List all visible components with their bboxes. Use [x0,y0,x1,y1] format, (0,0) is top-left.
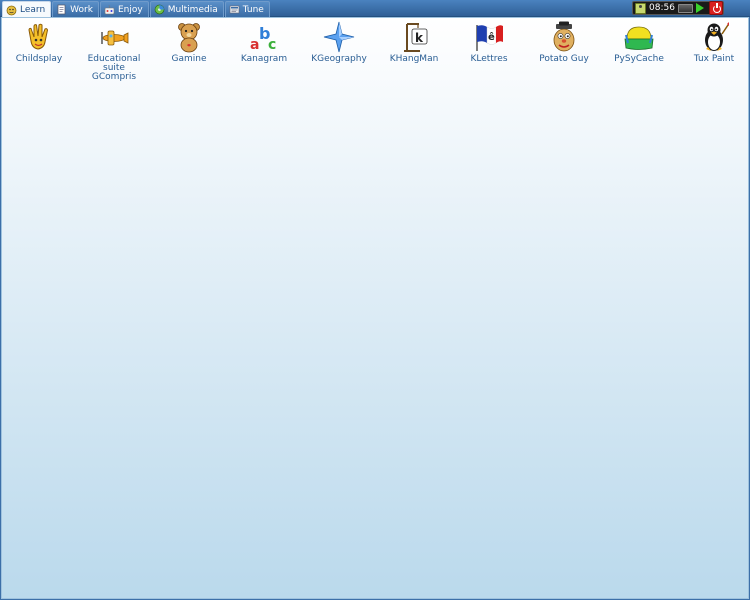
network-icon[interactable] [677,3,693,13]
klettres-flag-icon: ê [476,25,503,51]
app-launcher-klettres[interactable]: ê KLettres [452,21,526,64]
app-launcher-area: Childsplay Educational suite GCompris Ga… [1,17,749,599]
potato-guy-icon [553,21,575,52]
work-icon [57,4,66,15]
enjoy-icon [104,4,115,15]
app-label: Educational suite GCompris [87,54,141,82]
svg-text:k: k [415,31,424,45]
app-label: Gamine [171,54,207,64]
app-label: KHangMan [389,54,439,64]
pysycache-icon [624,26,654,50]
app-launcher-kgeography[interactable]: KGeography [302,21,376,64]
app-launcher-kanagram[interactable]: a b c Kanagram [227,21,301,64]
tab-label: Enjoy [117,4,143,15]
childsplay-hand-icon [28,23,49,50]
top-panel: Learn Work Enjoy Multimedia Tune 08:56 [0,0,750,18]
user-icon[interactable] [635,2,646,14]
tab-label: Work [70,4,93,15]
svg-text:ê: ê [488,31,495,43]
app-label: Potato Guy [539,54,589,64]
khangman-gallows-icon: k [404,23,428,52]
app-label: KLettres [470,54,508,64]
multimedia-icon [154,4,165,15]
tab-label: Multimedia [167,4,218,15]
gcompris-airplane-icon [101,30,129,46]
app-launcher-potato-guy[interactable]: Potato Guy [527,21,601,64]
tab-learn[interactable]: Learn [2,1,52,18]
tux-paint-penguin-icon [705,22,729,51]
app-launcher-gcompris[interactable]: Educational suite GCompris [77,21,151,82]
app-launcher-pysycache[interactable]: PySyCache [602,21,676,64]
learn-icon [6,5,17,15]
app-launcher-khangman[interactable]: k KHangMan [377,21,451,64]
play-icon[interactable] [695,3,704,13]
tab-multimedia[interactable]: Multimedia [149,1,224,17]
tab-label: Tune [242,4,264,15]
tab-tune[interactable]: Tune [224,1,270,17]
app-label: Kanagram [240,54,288,64]
kgeography-compass-star-icon [323,21,355,53]
app-label: Tux Paint [693,54,735,64]
gamine-teddy-bear-icon [178,23,200,53]
tune-icon [229,5,240,14]
app-label: Childsplay [15,54,63,64]
app-launcher-tux-paint[interactable]: Tux Paint [677,21,750,64]
app-label: PySyCache [614,54,664,64]
category-tabs: Learn Work Enjoy Multimedia Tune [2,1,271,18]
clock: 08:56 [649,3,675,13]
app-launcher-gamine[interactable]: Gamine [152,21,226,64]
tab-enjoy[interactable]: Enjoy [99,1,149,17]
tab-label: Learn [20,5,46,15]
tab-work[interactable]: Work [52,1,99,17]
kanagram-abc-icon: a b c [250,24,276,53]
power-icon[interactable] [709,1,723,15]
app-label: KGeography [311,54,367,64]
svg-text:c: c [268,37,276,53]
app-launcher-childsplay[interactable]: Childsplay [2,21,76,64]
